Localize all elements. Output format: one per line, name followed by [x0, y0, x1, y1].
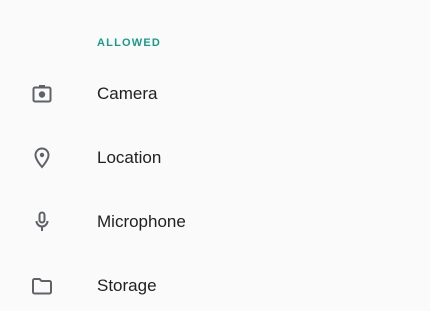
permission-item-location[interactable]: Location — [0, 126, 430, 190]
camera-icon — [30, 82, 54, 106]
permission-item-storage[interactable]: Storage — [0, 254, 430, 311]
permission-item-camera[interactable]: Camera — [0, 62, 430, 126]
permission-label: Microphone — [97, 212, 186, 231]
permission-label: Location — [97, 148, 162, 167]
folder-icon — [30, 274, 54, 298]
app-permissions-screen: ALLOWED Camera Location Microphone Stora… — [0, 0, 430, 311]
location-pin-icon — [30, 146, 54, 170]
microphone-icon — [30, 210, 54, 234]
permission-label: Camera — [97, 84, 158, 103]
permission-item-microphone[interactable]: Microphone — [0, 190, 430, 254]
section-header-allowed: ALLOWED — [97, 37, 162, 49]
permission-label: Storage — [97, 276, 157, 295]
